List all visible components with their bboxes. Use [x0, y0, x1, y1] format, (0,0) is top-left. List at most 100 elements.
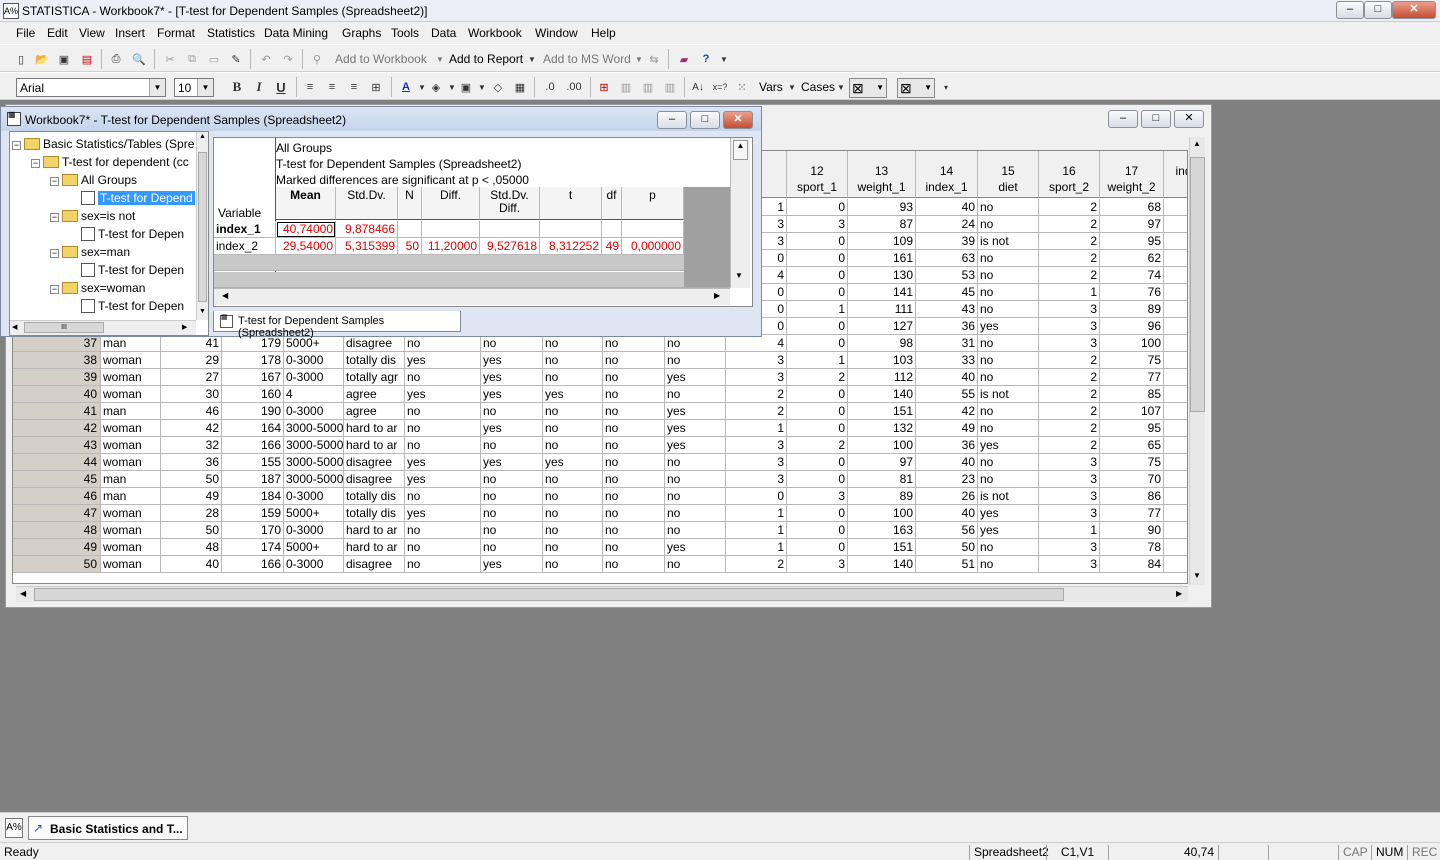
- table-cell[interactable]: yes: [543, 454, 603, 471]
- maximize-button[interactable]: □: [1364, 1, 1392, 19]
- table-cell[interactable]: 3: [787, 216, 848, 233]
- table-cell[interactable]: no: [405, 369, 481, 386]
- table-cell[interactable]: no: [665, 522, 726, 539]
- table-cell[interactable]: 85: [1100, 386, 1164, 403]
- result-cell[interactable]: 49: [602, 238, 622, 255]
- table-cell[interactable]: 2: [1039, 437, 1100, 454]
- table-cell[interactable]: woman: [101, 437, 161, 454]
- table-cell[interactable]: 3000-5000: [284, 454, 344, 471]
- add-to-workbook-button[interactable]: Add to Workbook: [335, 52, 427, 66]
- table-cell[interactable]: 3: [1039, 488, 1100, 505]
- result-row-header[interactable]: index_2: [214, 238, 276, 255]
- expand-toggle-icon[interactable]: −: [50, 285, 59, 294]
- table-cell[interactable]: no: [978, 301, 1039, 318]
- result-cell[interactable]: [398, 221, 422, 238]
- table-cell[interactable]: 95: [1100, 233, 1164, 250]
- table-cell[interactable]: yes: [665, 403, 726, 420]
- table-cell[interactable]: yes: [543, 386, 603, 403]
- table-cell[interactable]: 90: [1100, 522, 1164, 539]
- table-cell[interactable]: no: [978, 199, 1039, 216]
- table-cell[interactable]: [1164, 267, 1187, 284]
- expand-toggle-icon[interactable]: −: [50, 213, 59, 222]
- table-cell[interactable]: 0: [787, 505, 848, 522]
- table-cell[interactable]: 112: [848, 369, 916, 386]
- table-cell[interactable]: 161: [848, 250, 916, 267]
- table-cell[interactable]: 0: [787, 335, 848, 352]
- result-column-header[interactable]: N: [398, 187, 422, 220]
- table-cell[interactable]: man: [101, 403, 161, 420]
- table-cell[interactable]: 40: [916, 454, 978, 471]
- table-cell[interactable]: 184: [222, 488, 284, 505]
- scroll-thumb[interactable]: III: [24, 322, 104, 333]
- table-cell[interactable]: 3: [1039, 539, 1100, 556]
- result-cell[interactable]: 9,878466: [336, 221, 398, 238]
- table-cell[interactable]: no: [978, 454, 1039, 471]
- table-cell[interactable]: 3: [1039, 318, 1100, 335]
- table-cell[interactable]: no: [603, 539, 665, 556]
- tree-doc-node[interactable]: T-test for Depend: [69, 190, 195, 206]
- table-cell[interactable]: 95: [1100, 420, 1164, 437]
- table-cell[interactable]: no: [665, 471, 726, 488]
- wb-close-button[interactable]: ✕: [723, 111, 753, 129]
- table-cell[interactable]: no: [543, 522, 603, 539]
- table-cell[interactable]: 97: [1100, 216, 1164, 233]
- table-cell[interactable]: 2: [787, 437, 848, 454]
- table-cell[interactable]: 0: [787, 250, 848, 267]
- table-cell[interactable]: 49: [916, 420, 978, 437]
- tree-doc-node[interactable]: T-test for Depen: [69, 262, 184, 278]
- chevron-down-icon[interactable]: ▼: [432, 51, 448, 67]
- table-cell[interactable]: 140: [848, 556, 916, 573]
- chevron-down-icon[interactable]: ▼: [784, 79, 800, 95]
- workbook-tree[interactable]: − Basic Statistics/Tables (Spre − T-test fo…: [9, 131, 209, 336]
- result-column-header[interactable]: t: [540, 187, 602, 220]
- table-cell[interactable]: 0-3000: [284, 369, 344, 386]
- table-cell[interactable]: totally dis: [344, 488, 405, 505]
- table-cell[interactable]: [1164, 437, 1187, 454]
- table-cell[interactable]: yes: [405, 471, 481, 488]
- table-cell[interactable]: 75: [1100, 454, 1164, 471]
- cut-icon[interactable]: ✂: [162, 51, 178, 67]
- scroll-up-icon[interactable]: ▲: [733, 140, 748, 160]
- table-cell[interactable]: 2: [1039, 403, 1100, 420]
- table-cell[interactable]: 63: [916, 250, 978, 267]
- result-cell[interactable]: 9,527618: [480, 238, 540, 255]
- table-cell[interactable]: no: [405, 437, 481, 454]
- add-to-report-button[interactable]: Add to Report: [449, 52, 523, 66]
- table-cell[interactable]: yes: [481, 352, 543, 369]
- pattern-select[interactable]: ⊠ ▼: [849, 78, 887, 98]
- table-cell[interactable]: hard to ar: [344, 522, 405, 539]
- expand-toggle-icon[interactable]: −: [50, 249, 59, 258]
- table-cell[interactable]: no: [665, 386, 726, 403]
- case-select-icon[interactable]: ⁙: [734, 79, 750, 95]
- result-column-header[interactable]: Diff.: [422, 187, 480, 220]
- table-cell[interactable]: [1164, 471, 1187, 488]
- table-cell[interactable]: no: [543, 437, 603, 454]
- table-cell[interactable]: 4: [726, 335, 787, 352]
- table-cell[interactable]: no: [978, 284, 1039, 301]
- table-cell[interactable]: 81: [848, 471, 916, 488]
- table-cell[interactable]: 140: [848, 386, 916, 403]
- table-cell[interactable]: 2: [726, 403, 787, 420]
- table-cell[interactable]: woman: [101, 420, 161, 437]
- table-cell[interactable]: no: [603, 471, 665, 488]
- italic-button[interactable]: I: [251, 79, 267, 95]
- row-header[interactable]: 43: [13, 437, 101, 454]
- table-cell[interactable]: 0: [787, 522, 848, 539]
- print-icon[interactable]: ⎙: [108, 51, 124, 67]
- result-row-header[interactable]: index_1: [214, 221, 276, 238]
- result-cell[interactable]: [422, 221, 480, 238]
- row-header[interactable]: 38: [13, 352, 101, 369]
- table-cell[interactable]: totally agr: [344, 369, 405, 386]
- table-cell[interactable]: [1164, 250, 1187, 267]
- table-cell[interactable]: 170: [222, 522, 284, 539]
- table-cell[interactable]: 0-3000: [284, 403, 344, 420]
- table-cell[interactable]: no: [481, 522, 543, 539]
- open-icon[interactable]: 📂: [34, 51, 50, 67]
- table-cell[interactable]: 100: [848, 505, 916, 522]
- chart2-icon[interactable]: ▥: [640, 79, 656, 95]
- menu-edit[interactable]: Edit: [47, 26, 68, 40]
- table-cell[interactable]: no: [978, 352, 1039, 369]
- wb-maximize-button[interactable]: □: [690, 111, 720, 129]
- table-cell[interactable]: [1164, 233, 1187, 250]
- table-cell[interactable]: 0: [787, 420, 848, 437]
